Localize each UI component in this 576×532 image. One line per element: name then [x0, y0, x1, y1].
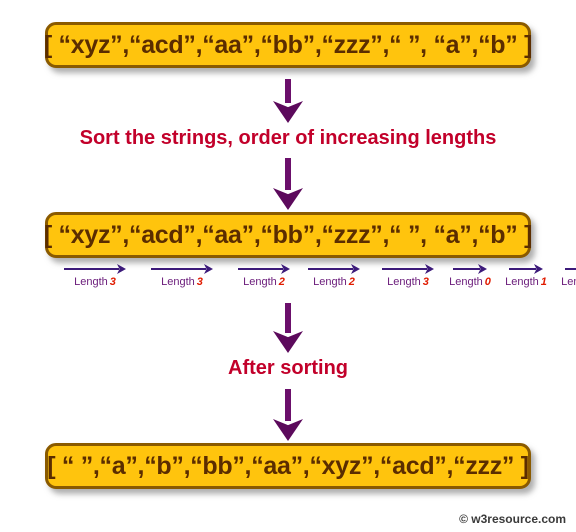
output-array-box: [ “ ”,“a”,“b”,“bb”,“aa”,“xyz”,“acd”,“zzz…: [45, 443, 531, 489]
length-marker-row: Length 3 Length 3 Length 2 Length 2 Length 3 Lengt…: [45, 264, 576, 294]
mini-arrow-stem: [238, 268, 283, 270]
mini-arrow-stem: [509, 268, 536, 270]
mini-arrow-stem: [565, 268, 576, 270]
arrow-head: [273, 101, 303, 123]
arrow-head: [273, 419, 303, 441]
length-word: Length: [161, 276, 195, 288]
length-word: Length: [387, 276, 421, 288]
length-label: Length 2: [231, 276, 297, 288]
arrow-stem: [285, 389, 291, 421]
mini-arrow-stem: [64, 268, 119, 270]
length-word: Length: [449, 276, 483, 288]
watermark: © w3resource.com: [459, 512, 566, 526]
right-arrow-icon: [64, 264, 126, 275]
length-value: 2: [348, 276, 355, 288]
arrow-stem: [285, 79, 291, 103]
length-label: Length1: [497, 276, 555, 288]
arrow-head: [273, 188, 303, 210]
length-marker-5: Length 3: [375, 264, 441, 288]
down-arrow-icon-4: [273, 389, 303, 441]
down-arrow-icon-1: [273, 79, 303, 123]
right-arrow-icon: [382, 264, 434, 275]
length-word: Length: [505, 276, 539, 288]
length-word: Length: [561, 276, 576, 288]
sort-step-caption: Sort the strings, order of increasing le…: [79, 127, 497, 149]
length-label: Length1: [553, 276, 576, 288]
length-word: Length: [74, 276, 108, 288]
mini-arrow-stem: [151, 268, 206, 270]
length-label: Length 2: [301, 276, 367, 288]
mini-arrow-stem: [453, 268, 480, 270]
sorting-flow-diagram: [ “xyz”,“acd”,“aa”,“bb”,“zzz”,“ ”, “a”,“…: [0, 0, 576, 532]
length-marker-8: Length1: [553, 264, 576, 288]
length-value: 3: [422, 276, 429, 288]
length-value: 1: [540, 276, 547, 288]
mini-arrow-stem: [308, 268, 353, 270]
middle-array-text: [ “xyz”,“acd”,“aa”,“bb”,“zzz”,“ ”, “a”,“…: [43, 220, 533, 249]
after-sorting-caption: After sorting: [228, 357, 348, 379]
length-label: Length 3: [59, 276, 131, 288]
right-arrow-icon: [453, 264, 487, 275]
right-arrow-icon: [565, 264, 576, 275]
input-array-text: [ “xyz”,“acd”,“aa”,“bb”,“zzz”,“ ”, “a”,“…: [43, 30, 533, 59]
length-value: 3: [109, 276, 116, 288]
down-arrow-icon-3: [273, 303, 303, 353]
right-arrow-icon: [308, 264, 360, 275]
arrow-stem: [285, 303, 291, 333]
down-arrow-icon-2: [273, 158, 303, 210]
input-array-box: [ “xyz”,“acd”,“aa”,“bb”,“zzz”,“ ”, “a”,“…: [43, 22, 533, 68]
length-value: 2: [278, 276, 285, 288]
length-marker-4: Length 2: [301, 264, 367, 288]
right-arrow-icon: [151, 264, 213, 275]
arrow-head: [273, 331, 303, 353]
length-word: Length: [313, 276, 347, 288]
length-label: Length 3: [146, 276, 218, 288]
arrow-stem: [285, 158, 291, 190]
length-marker-6: Length 0: [441, 264, 499, 288]
length-marker-3: Length 2: [231, 264, 297, 288]
output-array-text: [ “ ”,“a”,“b”,“bb”,“aa”,“xyz”,“acd”,“zzz…: [47, 451, 529, 480]
length-value: 3: [196, 276, 203, 288]
length-marker-2: Length 3: [146, 264, 218, 288]
length-value: 0: [484, 276, 491, 288]
right-arrow-icon: [509, 264, 543, 275]
length-label: Length 0: [441, 276, 499, 288]
mini-arrow-stem: [382, 268, 427, 270]
middle-array-box: [ “xyz”,“acd”,“aa”,“bb”,“zzz”,“ ”, “a”,“…: [43, 212, 533, 258]
length-label: Length 3: [375, 276, 441, 288]
length-word: Length: [243, 276, 277, 288]
length-marker-7: Length 1: [497, 264, 555, 288]
right-arrow-icon: [238, 264, 290, 275]
length-marker-1: Length 3: [59, 264, 131, 288]
